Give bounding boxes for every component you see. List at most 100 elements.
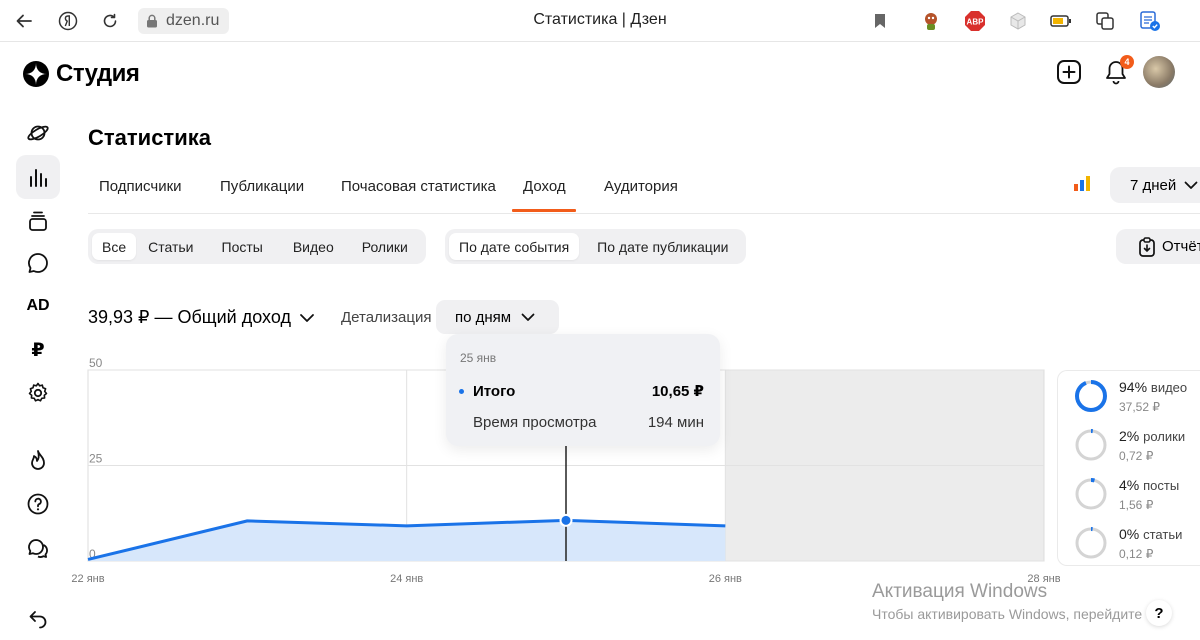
- detail-value: по дням: [455, 308, 512, 326]
- breakdown-item[interactable]: 4% посты 1,56 ₽: [1058, 476, 1200, 521]
- tooltip-total-label: Итого: [473, 382, 516, 400]
- breakdown-label: статьи: [1143, 527, 1183, 542]
- filter-video[interactable]: Видео: [279, 233, 348, 260]
- report-clipboard-icon: [1139, 236, 1155, 257]
- dzen-logo-icon: [23, 61, 49, 87]
- tab-income[interactable]: Доход: [523, 178, 566, 195]
- bookmark-icon[interactable]: [868, 9, 892, 33]
- filter-shorts[interactable]: Ролики: [348, 233, 422, 260]
- tab-hourly-stats[interactable]: Почасовая статистика: [341, 178, 496, 195]
- stack-icon: [29, 211, 47, 231]
- plus-square-icon: [1057, 60, 1081, 84]
- breakdown-percent: 4% посты: [1119, 477, 1179, 493]
- breakdown-percent-value: 0%: [1119, 526, 1140, 542]
- breakdown-ring: [1075, 478, 1107, 510]
- report-button[interactable]: Отчёт: [1116, 229, 1200, 264]
- sidebar-item-back[interactable]: [16, 596, 60, 640]
- bar-chart-icon: [30, 169, 47, 187]
- breakdown-amount: 37,52 ₽: [1119, 400, 1160, 414]
- sidebar-item-statistics[interactable]: [16, 155, 60, 199]
- yandex-home-icon[interactable]: [56, 9, 80, 33]
- breakdown-percent-value: 2%: [1119, 428, 1140, 444]
- ad-label: AD: [26, 297, 50, 314]
- help-button[interactable]: ?: [1146, 600, 1172, 626]
- y-tick-label: 50: [89, 356, 103, 370]
- filter-posts[interactable]: Посты: [206, 233, 279, 260]
- total-income-selector[interactable]: 39,93 ₽ — Общий доход: [88, 307, 315, 328]
- profile-extension-icon[interactable]: [1138, 9, 1162, 33]
- breakdown-label: ролики: [1143, 429, 1186, 444]
- chat-bubble-icon: [28, 253, 48, 273]
- active-tab-indicator: [512, 209, 576, 212]
- breakdown-percent: 94% видео: [1119, 379, 1187, 395]
- studio-logo[interactable]: Студия: [22, 60, 140, 88]
- breakdown-label: видео: [1150, 380, 1188, 395]
- abp-label: ABP: [967, 18, 985, 27]
- detail-label: Детализация: [341, 309, 432, 326]
- reload-icon[interactable]: [98, 9, 122, 33]
- series-dot: [459, 388, 464, 394]
- filter-by-event-date[interactable]: По дате события: [449, 233, 580, 260]
- sidebar-item-publications[interactable]: [16, 199, 60, 243]
- stats-tabs: Подписчики Публикации Почасовая статисти…: [88, 162, 1200, 214]
- income-breakdown-panel: 94% видео 37,52 ₽ 2% ролики 0,72 ₽ 4% по…: [1057, 370, 1200, 566]
- total-income-label: 39,93 ₽ — Общий доход: [88, 307, 291, 327]
- tooltip-watch-time-row: Время просмотра 194 мин: [460, 414, 704, 431]
- windows-activation-text: Чтобы активировать Windows, перейдите: [872, 606, 1143, 622]
- date-mode-filter: По дате события По дате публикации: [445, 229, 747, 264]
- sidebar-item-ads[interactable]: AD: [16, 284, 60, 328]
- tooltip-watch-time-label: Время просмотра: [473, 414, 597, 431]
- url-text: dzen.ru: [166, 12, 220, 29]
- filter-articles[interactable]: Статьи: [136, 233, 205, 260]
- breakdown-ring: [1075, 527, 1107, 559]
- breakdown-label: посты: [1143, 478, 1180, 493]
- sidebar-item-comments[interactable]: [16, 241, 60, 285]
- page-tab-title: Статистика | Дзен: [533, 11, 667, 28]
- breakdown-percent: 0% статьи: [1119, 526, 1182, 542]
- breakdown-amount: 0,72 ₽: [1119, 449, 1154, 463]
- tab-subscribers[interactable]: Подписчики: [99, 178, 182, 195]
- chart-type-icon[interactable]: [1074, 176, 1090, 191]
- filter-by-publication-date[interactable]: По дате публикации: [579, 233, 742, 260]
- battery-icon[interactable]: [1049, 9, 1073, 33]
- create-button[interactable]: [1052, 55, 1086, 89]
- x-tick-label: 22 янв: [71, 573, 104, 585]
- tooltip-watch-time-value: 194 мин: [647, 414, 704, 431]
- detail-dropdown[interactable]: по дням: [436, 300, 559, 334]
- notification-count-badge: 4: [1120, 55, 1134, 69]
- x-tick-label: 24 янв: [390, 573, 423, 585]
- breakdown-item[interactable]: 2% ролики 0,72 ₽: [1058, 427, 1200, 472]
- x-tick-label: 26 янв: [709, 573, 742, 585]
- sidebar-item-planet[interactable]: [16, 111, 60, 155]
- period-selector[interactable]: 7 дней: [1110, 167, 1200, 203]
- logo-text: Студия: [56, 60, 140, 87]
- chevron-down-icon: [521, 313, 535, 321]
- chart-tooltip: 25 янв Итого 10,65 ₽ Время просмотра 194…: [446, 334, 720, 446]
- breakdown-ring: [1075, 380, 1107, 412]
- period-value: 7 дней: [1130, 176, 1177, 194]
- breakdown-item[interactable]: 0% статьи 0,12 ₽: [1058, 525, 1200, 570]
- planet-icon: [27, 125, 49, 141]
- browser-toolbar: dzen.ru Статистика | Дзен ABP: [0, 0, 1200, 42]
- cube-extension-icon[interactable]: [1006, 9, 1030, 33]
- chevron-down-icon: [1184, 181, 1198, 189]
- breakdown-item[interactable]: 94% видео 37,52 ₽: [1058, 378, 1200, 423]
- tooltip-total-value: 10,65 ₽: [651, 383, 704, 400]
- lock-icon: [147, 14, 157, 28]
- y-tick-label: 25: [89, 452, 103, 466]
- adblock-plus-icon[interactable]: ABP: [963, 9, 987, 33]
- content-type-filter: Все Статьи Посты Видео Ролики: [88, 229, 426, 264]
- filter-all[interactable]: Все: [92, 233, 137, 260]
- translate-extension-icon[interactable]: [1093, 9, 1117, 33]
- tooltip-total-row: Итого 10,65 ₽: [459, 382, 704, 400]
- tab-audience[interactable]: Аудитория: [604, 178, 678, 195]
- chevron-down-icon: [300, 313, 314, 322]
- back-arrow-icon[interactable]: [12, 9, 36, 33]
- highlighted-data-point: [559, 513, 573, 527]
- user-avatar[interactable]: [1143, 56, 1175, 88]
- breakdown-amount: 1,56 ₽: [1119, 498, 1154, 512]
- tab-publications[interactable]: Публикации: [220, 178, 304, 195]
- address-bar[interactable]: dzen.ru: [138, 8, 230, 34]
- extension-character-icon[interactable]: [919, 9, 943, 33]
- breakdown-percent-value: 94%: [1119, 379, 1148, 395]
